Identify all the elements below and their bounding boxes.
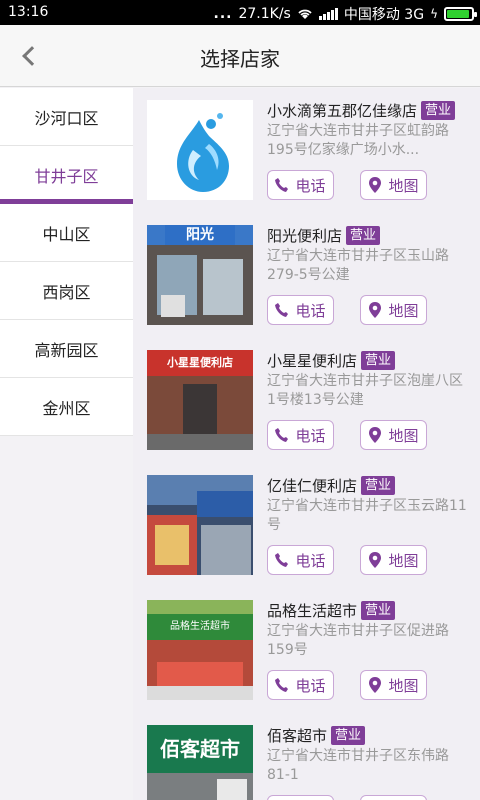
map-button[interactable]: 地图 [360,420,427,450]
shop-sign: 小星星便利店 [147,350,253,376]
store-title-row: 佰客超市 营业 [267,725,472,746]
district-label: 西岗区 [42,282,91,302]
store-card[interactable]: 品格生活超市 品格生活超市 营业 辽宁省大连市甘井子区促进路159号 电话 地图 [133,588,480,713]
store-photo [147,100,253,200]
map-pin-icon [369,677,382,693]
district-item[interactable]: 西岗区 [0,262,133,320]
shop-sign: 佰客超市 [147,725,253,773]
app-header: 选择店家 [0,25,480,87]
status-badge: 营业 [331,726,366,745]
phone-icon [275,303,289,317]
status-badge: 营业 [346,226,381,245]
status-badge: 营业 [421,101,456,120]
phone-icon [275,428,289,442]
battery-icon [444,7,477,21]
district-label: 沙河口区 [34,108,99,128]
district-label: 高新园区 [34,340,99,360]
call-button[interactable]: 电话 [267,420,334,450]
district-label: 中山区 [42,224,91,244]
call-label: 电话 [295,301,326,320]
map-button[interactable]: 地图 [360,295,427,325]
store-name: 阳光便利店 [267,227,343,245]
call-label: 电话 [295,176,326,195]
call-label: 电话 [295,551,326,570]
store-address: 辽宁省大连市甘井子区促进路159号 [267,623,449,658]
map-button[interactable]: 地图 [360,795,427,800]
district-item[interactable]: 沙河口区 [0,88,133,146]
map-label: 地图 [388,426,419,445]
district-label: 甘井子区 [34,166,99,186]
phone-icon [275,178,289,192]
store-photo [147,475,253,575]
status-badge: 营业 [361,476,396,495]
store-name: 小水滴第五郡亿佳缘店 [267,102,418,120]
call-button[interactable]: 电话 [267,545,334,575]
map-label: 地图 [388,551,419,570]
call-button[interactable]: 电话 [267,170,334,200]
store-card[interactable]: 佰客超市 佰客超市 营业 辽宁省大连市甘井子区东伟路81-1 电话 地图 [133,713,480,800]
map-label: 地图 [388,676,419,695]
status-badge: 营业 [361,601,396,620]
store-photo: 小星星便利店 [147,350,253,450]
status-time: 13:16 [8,4,49,20]
map-pin-icon [369,427,382,443]
store-title-row: 品格生活超市 营业 [267,600,472,621]
shop-sign: 品格生活超市 [147,614,253,640]
store-name: 亿佳仁便利店 [267,477,358,495]
map-pin-icon [369,177,382,193]
store-photo: 品格生活超市 [147,600,253,700]
store-title-row: 亿佳仁便利店 营业 [267,475,472,496]
store-card[interactable]: 亿佳仁便利店 营业 辽宁省大连市甘井子区玉云路11号 电话 地图 [133,463,480,588]
map-button[interactable]: 地图 [360,170,427,200]
store-name: 小星星便利店 [267,352,358,370]
district-item-selected[interactable]: 甘井子区 [0,146,133,204]
map-button[interactable]: 地图 [360,545,427,575]
store-address: 辽宁省大连市甘井子区泡崖八区1号楼13号公建 [267,373,463,408]
district-item[interactable]: 中山区 [0,204,133,262]
carrier-label: 中国移动 3G [343,7,425,23]
store-address: 辽宁省大连市甘井子区虹韵路195号亿家缘广场小水... [267,123,449,158]
phone-icon [275,678,289,692]
store-title-row: 小水滴第五郡亿佳缘店 营业 [267,100,472,121]
status-indicators: ... 27.1K/s 中国移动 3G ϟ [213,4,477,24]
store-card[interactable]: 阳光 阳光便利店 营业 辽宁省大连市甘井子区玉山路279-5号公建 电话 地图 [133,213,480,338]
store-photo: 阳光 [147,225,253,325]
district-sidebar: 沙河口区 甘井子区 中山区 西岗区 高新园区 金州区 [0,88,133,800]
map-button[interactable]: 地图 [360,670,427,700]
map-pin-icon [369,552,382,568]
status-badge: 营业 [361,351,396,370]
store-address: 辽宁省大连市甘井子区玉云路11号 [267,498,467,533]
store-title-row: 小星星便利店 营业 [267,350,472,371]
store-card[interactable]: 小星星便利店 小星星便利店 营业 辽宁省大连市甘井子区泡崖八区1号楼13号公建 … [133,338,480,463]
store-name: 佰客超市 [267,727,328,745]
shop-sign: 阳光 [165,225,235,245]
phone-icon [275,553,289,567]
district-item[interactable]: 高新园区 [0,320,133,378]
notification-dots: ... [213,6,233,22]
store-title-row: 阳光便利店 营业 [267,225,472,246]
store-photo: 佰客超市 [147,725,253,800]
store-name: 品格生活超市 [267,602,358,620]
water-drop-logo [177,113,229,192]
district-label: 金州区 [42,398,91,418]
call-label: 电话 [295,426,326,445]
charging-icon: ϟ [430,7,438,21]
signal-icon [318,8,338,20]
call-button[interactable]: 电话 [267,795,334,800]
map-label: 地图 [388,176,419,195]
store-address: 辽宁省大连市甘井子区东伟路81-1 [267,748,449,783]
call-button[interactable]: 电话 [267,670,334,700]
store-address: 辽宁省大连市甘井子区玉山路279-5号公建 [267,248,449,283]
call-button[interactable]: 电话 [267,295,334,325]
page-title: 选择店家 [200,47,280,71]
network-speed: 27.1K/s [238,6,291,22]
map-pin-icon [369,302,382,318]
district-item[interactable]: 金州区 [0,378,133,436]
map-label: 地图 [388,301,419,320]
wifi-icon [298,9,312,19]
status-bar: 13:16 ... 27.1K/s 中国移动 3G ϟ [0,0,480,25]
store-card[interactable]: 小水滴第五郡亿佳缘店 营业 辽宁省大连市甘井子区虹韵路195号亿家缘广场小水..… [133,88,480,213]
store-list[interactable]: 小水滴第五郡亿佳缘店 营业 辽宁省大连市甘井子区虹韵路195号亿家缘广场小水..… [133,88,480,800]
call-label: 电话 [295,676,326,695]
